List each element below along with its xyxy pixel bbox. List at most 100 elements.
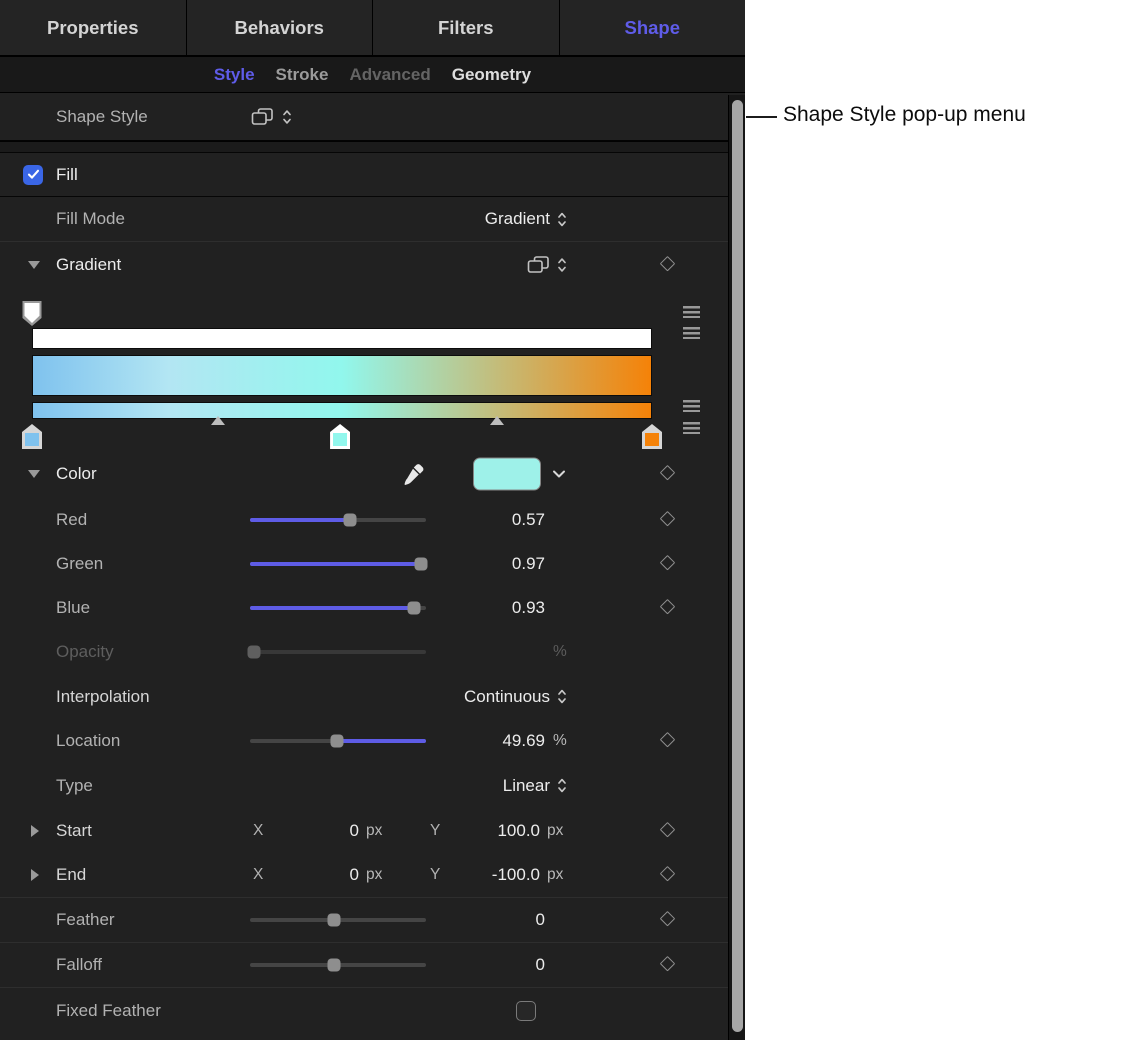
tab-shape-label: Shape <box>624 17 680 39</box>
color-row: Color <box>0 450 745 498</box>
fill-mode-popup[interactable]: Gradient <box>485 209 567 229</box>
opacity-stop-fill <box>25 303 40 323</box>
shape-style-label: Shape Style <box>56 107 148 127</box>
type-row: Type Linear <box>0 763 745 808</box>
end-disclosure-icon[interactable] <box>31 869 39 881</box>
color-stops-layer <box>32 424 652 450</box>
end-y-field[interactable]: -100.0 <box>446 865 540 885</box>
falloff-value-field[interactable]: 0 <box>420 955 545 975</box>
scrollbar[interactable] <box>728 95 745 1040</box>
interpolation-popup[interactable]: Continuous <box>464 687 567 707</box>
blue-slider[interactable] <box>250 586 426 630</box>
fill-mode-row: Fill Mode Gradient <box>0 197 745 242</box>
feather-slider[interactable] <box>250 898 426 942</box>
fixed-feather-checkbox[interactable] <box>516 1001 536 1021</box>
callout-line <box>746 116 777 118</box>
red-slider[interactable] <box>250 498 426 542</box>
red-value-field[interactable]: 0.57 <box>420 510 545 530</box>
preset-stack-icon <box>527 256 550 275</box>
shape-style-row: Shape Style <box>0 93 745 141</box>
updown-chevrons-icon <box>557 777 567 794</box>
gradient-preset-popup[interactable] <box>527 256 567 275</box>
red-label: Red <box>56 510 87 530</box>
subtab-style[interactable]: Style <box>214 65 255 85</box>
subtab-advanced[interactable]: Advanced <box>349 65 430 85</box>
color-disclosure-icon[interactable] <box>28 470 40 478</box>
color-bar-tool-icon[interactable] <box>683 400 700 412</box>
end-keyframe-button[interactable] <box>660 866 676 882</box>
subtab-stroke[interactable]: Stroke <box>276 65 329 85</box>
updown-chevrons-icon <box>282 108 292 125</box>
gradient-row: Gradient <box>0 242 745 288</box>
interpolation-label: Interpolation <box>56 687 150 707</box>
blue-value-field[interactable]: 0.93 <box>420 598 545 618</box>
location-keyframe-button[interactable] <box>660 732 676 748</box>
shape-style-popup[interactable] <box>251 107 292 126</box>
start-disclosure-icon[interactable] <box>31 825 39 837</box>
scrollbar-thumb[interactable] <box>732 100 743 1032</box>
green-keyframe-button[interactable] <box>660 555 676 571</box>
section-divider <box>0 141 745 153</box>
gradient-preview-bar[interactable] <box>32 355 652 396</box>
gradient-disclosure-icon[interactable] <box>28 261 40 269</box>
chevron-down-icon[interactable] <box>552 470 566 479</box>
end-y-unit: px <box>547 866 563 884</box>
start-x-field[interactable]: 0 <box>287 821 359 841</box>
green-value-field[interactable]: 0.97 <box>420 554 545 574</box>
feather-keyframe-button[interactable] <box>660 911 676 927</box>
preset-stack-icon <box>251 107 274 126</box>
tab-filters[interactable]: Filters <box>373 0 560 55</box>
inspector-tabbar: Properties Behaviors Filters Shape <box>0 0 745 57</box>
tab-shape[interactable]: Shape <box>560 0 746 55</box>
green-slider[interactable] <box>250 542 426 586</box>
opacity-slider <box>250 630 426 674</box>
gradient-color-stop[interactable] <box>642 424 662 449</box>
eyedropper-icon[interactable] <box>402 463 425 486</box>
color-swatch[interactable] <box>473 458 541 491</box>
gradient-color-stop-selected[interactable] <box>330 424 350 449</box>
gradient-opacity-bar[interactable] <box>32 328 652 349</box>
end-x-label: X <box>253 866 263 884</box>
start-y-unit: px <box>547 822 563 840</box>
interpolation-row: Interpolation Continuous <box>0 674 745 719</box>
type-popup[interactable]: Linear <box>503 776 567 796</box>
checkmark-icon <box>27 169 40 180</box>
start-label: Start <box>56 821 92 841</box>
gradient-keyframe-button[interactable] <box>660 256 676 272</box>
opacity-stop-marker[interactable] <box>23 301 42 326</box>
start-keyframe-button[interactable] <box>660 821 676 837</box>
falloff-row: Falloff 0 <box>0 943 745 988</box>
tab-behaviors[interactable]: Behaviors <box>187 0 374 55</box>
end-label: End <box>56 865 86 885</box>
blue-keyframe-button[interactable] <box>660 599 676 615</box>
slider-thumb[interactable] <box>328 914 341 927</box>
fill-checkbox[interactable] <box>23 165 43 185</box>
location-value-field[interactable]: 49.69 <box>420 731 545 751</box>
green-row: Green 0.97 <box>0 542 745 586</box>
color-stop-fill <box>333 433 347 446</box>
start-y-field[interactable]: 100.0 <box>446 821 540 841</box>
fixed-feather-row: Fixed Feather <box>0 988 745 1034</box>
updown-chevrons-icon <box>557 257 567 274</box>
slider-thumb[interactable] <box>328 959 341 972</box>
gradient-color-stop[interactable] <box>22 424 42 449</box>
location-slider[interactable] <box>250 719 426 763</box>
falloff-slider[interactable] <box>250 943 426 987</box>
start-x-label: X <box>253 822 263 840</box>
slider-thumb[interactable] <box>331 735 344 748</box>
subtab-geometry[interactable]: Geometry <box>452 65 531 85</box>
tab-properties[interactable]: Properties <box>0 0 187 55</box>
feather-value-field[interactable]: 0 <box>420 910 545 930</box>
color-keyframe-button[interactable] <box>660 465 676 481</box>
opacity-bar-tool-icon[interactable] <box>683 306 700 318</box>
slider-thumb[interactable] <box>407 602 420 615</box>
red-keyframe-button[interactable] <box>660 511 676 527</box>
falloff-keyframe-button[interactable] <box>660 956 676 972</box>
inspector-panel: Properties Behaviors Filters Shape Style… <box>0 0 745 1040</box>
color-bar-tool-icon-2[interactable] <box>683 422 700 434</box>
slider-thumb[interactable] <box>344 514 357 527</box>
location-label: Location <box>56 731 120 751</box>
opacity-bar-tool-icon-2[interactable] <box>683 327 700 339</box>
start-y-label: Y <box>430 822 440 840</box>
end-x-field[interactable]: 0 <box>287 865 359 885</box>
